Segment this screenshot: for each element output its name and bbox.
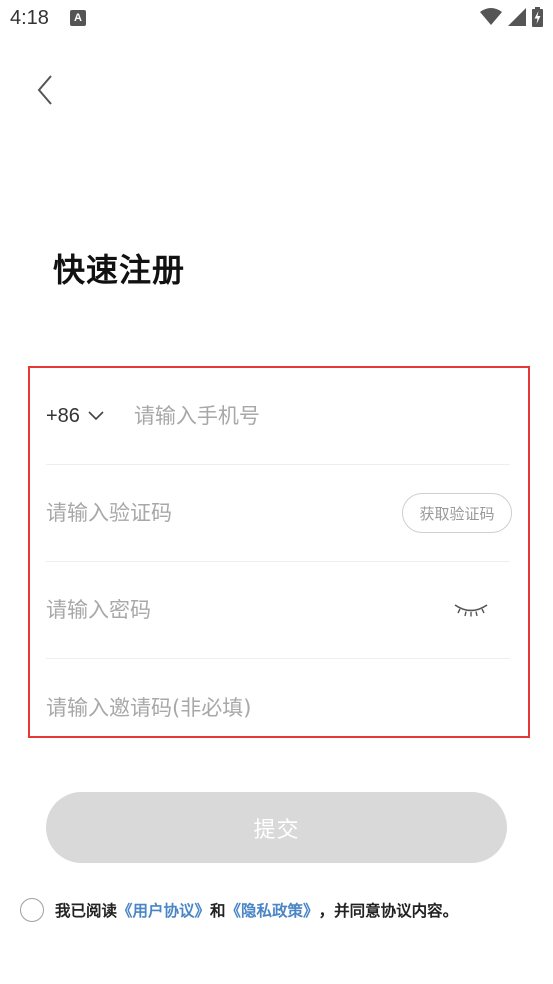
battery-charging-icon	[532, 7, 543, 27]
chevron-left-icon	[37, 75, 52, 105]
verification-code-input[interactable]	[46, 493, 402, 533]
submit-button[interactable]: 提交	[46, 792, 507, 863]
code-row: 获取验证码	[46, 465, 512, 562]
status-bar: 4:18 A	[0, 0, 553, 40]
chevron-down-icon	[88, 411, 104, 421]
notification-badge-icon: A	[70, 10, 86, 26]
user-agreement-link[interactable]: 《用户协议》	[117, 899, 210, 921]
phone-row: +86	[46, 368, 510, 465]
phone-input[interactable]	[133, 396, 510, 436]
status-icons	[480, 7, 543, 27]
registration-form: +86 获取验证码	[28, 366, 530, 738]
privacy-policy-link[interactable]: 《隐私政策》	[226, 899, 319, 921]
password-visibility-toggle[interactable]	[446, 590, 496, 630]
agreement-row: 我已阅读 《用户协议》 和 《隐私政策》 ，并同意协议内容。	[20, 898, 458, 922]
eye-closed-icon	[454, 604, 488, 617]
agreement-and: 和	[210, 902, 226, 920]
password-row	[46, 562, 510, 659]
agreement-suffix: ，并同意协议内容。	[318, 902, 459, 920]
agreement-prefix: 我已阅读	[55, 902, 118, 920]
status-time: 4:18	[10, 7, 49, 29]
page-title: 快速注册	[53, 251, 186, 289]
get-code-button[interactable]: 获取验证码	[402, 493, 512, 533]
cellular-signal-icon	[508, 8, 526, 26]
agreement-checkbox[interactable]	[20, 898, 44, 922]
back-button[interactable]	[26, 68, 66, 112]
country-code-selector[interactable]: +86	[46, 405, 104, 428]
invite-code-input[interactable]	[46, 687, 510, 728]
country-code-label: +86	[46, 404, 80, 427]
wifi-icon	[480, 8, 502, 25]
invite-row	[46, 659, 510, 756]
password-input[interactable]	[46, 590, 446, 630]
